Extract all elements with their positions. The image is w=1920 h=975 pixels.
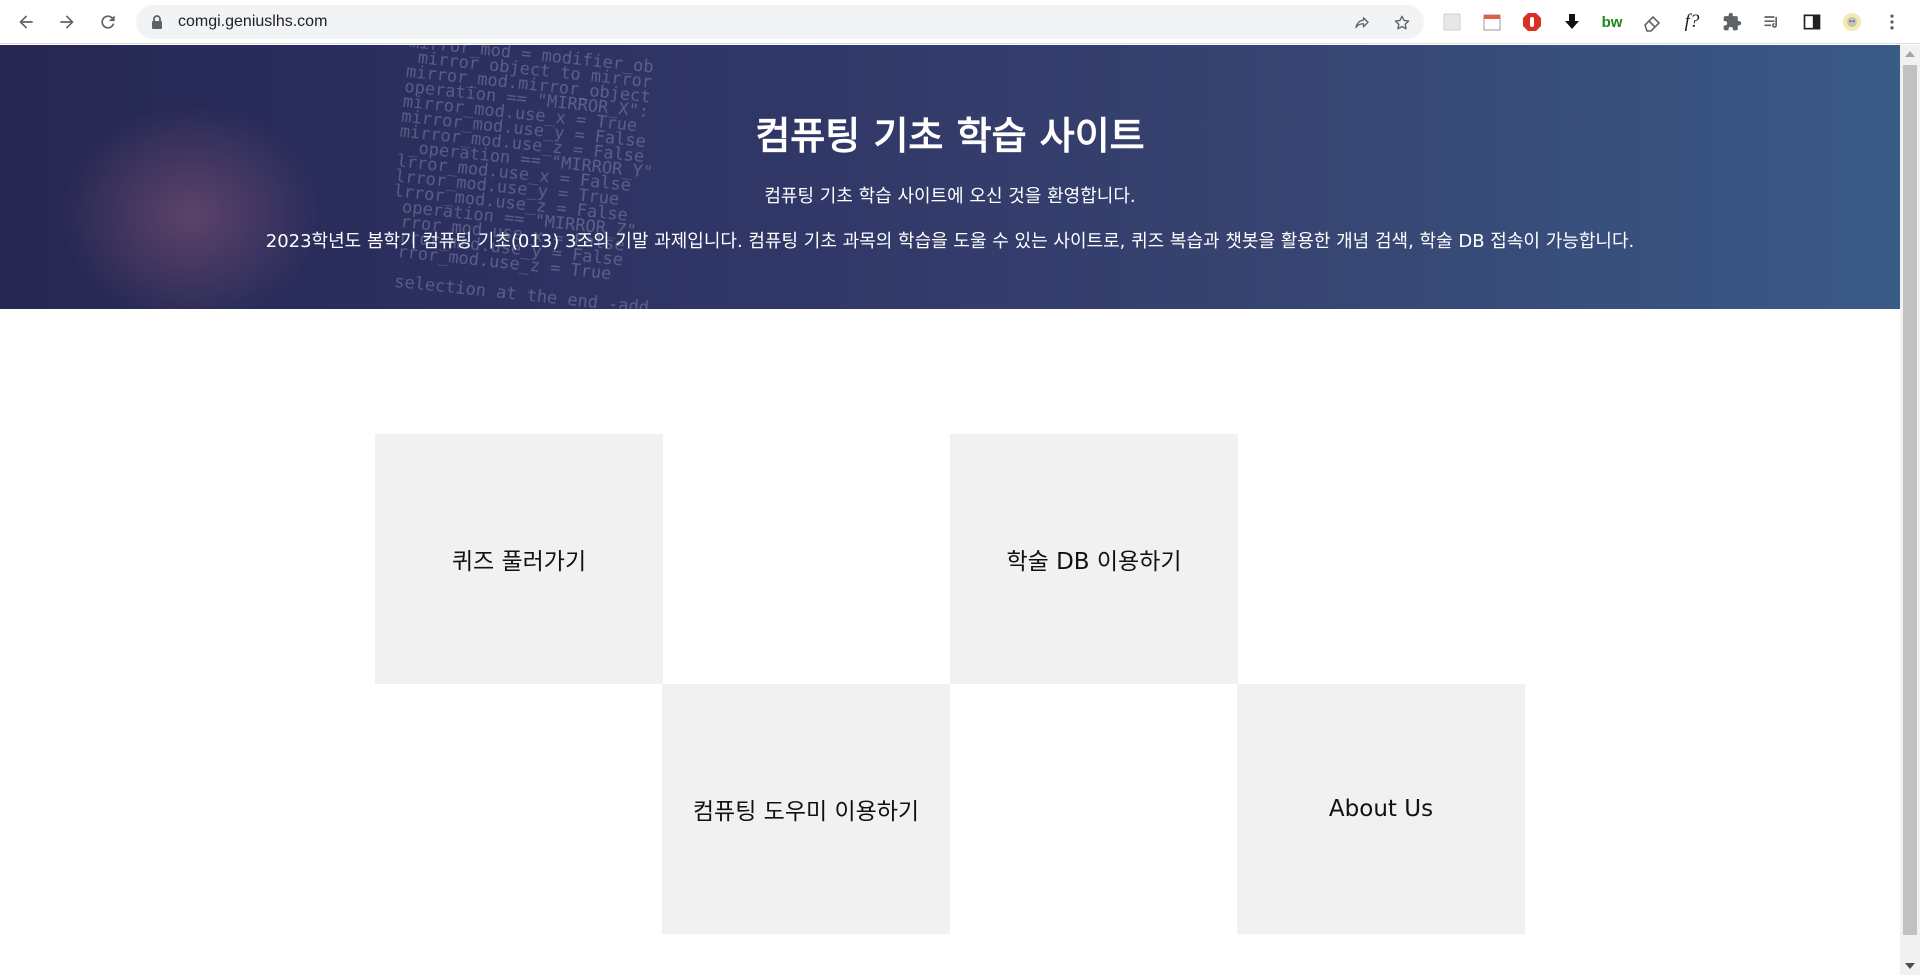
scroll-up-arrow-icon[interactable] <box>1905 51 1915 57</box>
back-icon <box>19 15 33 29</box>
extension-bw[interactable]: bw <box>1599 9 1625 35</box>
ext-eraser-icon <box>1644 15 1661 32</box>
extensions-button[interactable] <box>1719 9 1745 35</box>
forward-icon <box>60 15 74 29</box>
extension-eraser[interactable] <box>1639 9 1665 35</box>
academic-db-tile[interactable]: 학술 DB 이용하기 <box>950 434 1238 684</box>
bookmark-star-icon <box>1394 15 1410 30</box>
share-button[interactable] <box>1350 11 1374 35</box>
ext-adblock-icon <box>1523 13 1541 31</box>
page-title: 컴퓨팅 기초 학습 사이트 <box>755 114 1145 158</box>
reading-list-button[interactable] <box>1759 9 1785 35</box>
page-scrollbar[interactable] <box>1900 45 1920 975</box>
ext-download-icon <box>1565 14 1579 29</box>
extension-adblock[interactable] <box>1519 9 1545 35</box>
share-icon <box>1355 17 1369 29</box>
extension-download[interactable] <box>1559 9 1585 35</box>
menu-kebab-icon <box>1890 14 1894 30</box>
about-us-tile-label: About Us <box>1328 796 1434 822</box>
profile-avatar <box>1842 12 1862 32</box>
extension-fx[interactable]: f? <box>1679 9 1705 35</box>
hero-banner: mirror_mod = modifier_ob mirror object t… <box>0 45 1900 309</box>
chatbot-helper-tile-label: 컴퓨팅 도우미 이용하기 <box>692 799 920 825</box>
quiz-tile-label: 퀴즈 풀러가기 <box>451 549 587 575</box>
reading-list-icon <box>1764 16 1777 28</box>
forward-button[interactable] <box>51 6 83 38</box>
chatbot-helper-tile[interactable]: 컴퓨팅 도우미 이용하기 <box>662 684 950 934</box>
reload-icon <box>101 15 115 29</box>
back-button[interactable] <box>10 6 42 38</box>
about-us-tile[interactable]: About Us <box>1237 684 1525 934</box>
browser-toolbar: comgi.geniuslhs.com bw f? <box>0 0 1920 44</box>
scroll-down-arrow-icon[interactable] <box>1905 963 1915 969</box>
reload-button[interactable] <box>92 6 124 38</box>
side-panel-icon <box>1803 14 1821 30</box>
profile-button[interactable] <box>1839 9 1865 35</box>
site-description: 2023학년도 봄학기 컴퓨팅 기초(013) 3조의 기말 과제입니다. 컴퓨… <box>265 231 1635 252</box>
extension-placeholder[interactable] <box>1439 9 1465 35</box>
academic-db-tile-label: 학술 DB 이용하기 <box>1006 549 1182 575</box>
ext-fx-icon: f? <box>1684 11 1700 32</box>
side-panel-button[interactable] <box>1799 9 1825 35</box>
ext-placeholder-icon <box>1443 13 1461 31</box>
extension-calendar[interactable] <box>1479 9 1505 35</box>
chrome-menu-button[interactable] <box>1879 9 1905 35</box>
welcome-text: 컴퓨팅 기초 학습 사이트에 오신 것을 환영합니다. <box>764 186 1136 207</box>
ext-puzzle-icon <box>1723 12 1742 31</box>
url-text: comgi.geniuslhs.com <box>178 13 328 30</box>
bookmark-button[interactable] <box>1390 11 1414 35</box>
address-bar[interactable]: comgi.geniuslhs.com <box>136 5 1424 39</box>
quiz-tile[interactable]: 퀴즈 풀러가기 <box>375 434 663 684</box>
ext-calendar-icon <box>1483 14 1501 31</box>
page-viewport: mirror_mod = modifier_ob mirror object t… <box>0 45 1900 975</box>
ext-bw-icon: bw <box>1601 13 1623 31</box>
code-background-image: mirror_mod = modifier_ob mirror object t… <box>383 45 655 309</box>
lock-icon <box>152 15 162 29</box>
scrollbar-thumb[interactable] <box>1903 65 1917 935</box>
